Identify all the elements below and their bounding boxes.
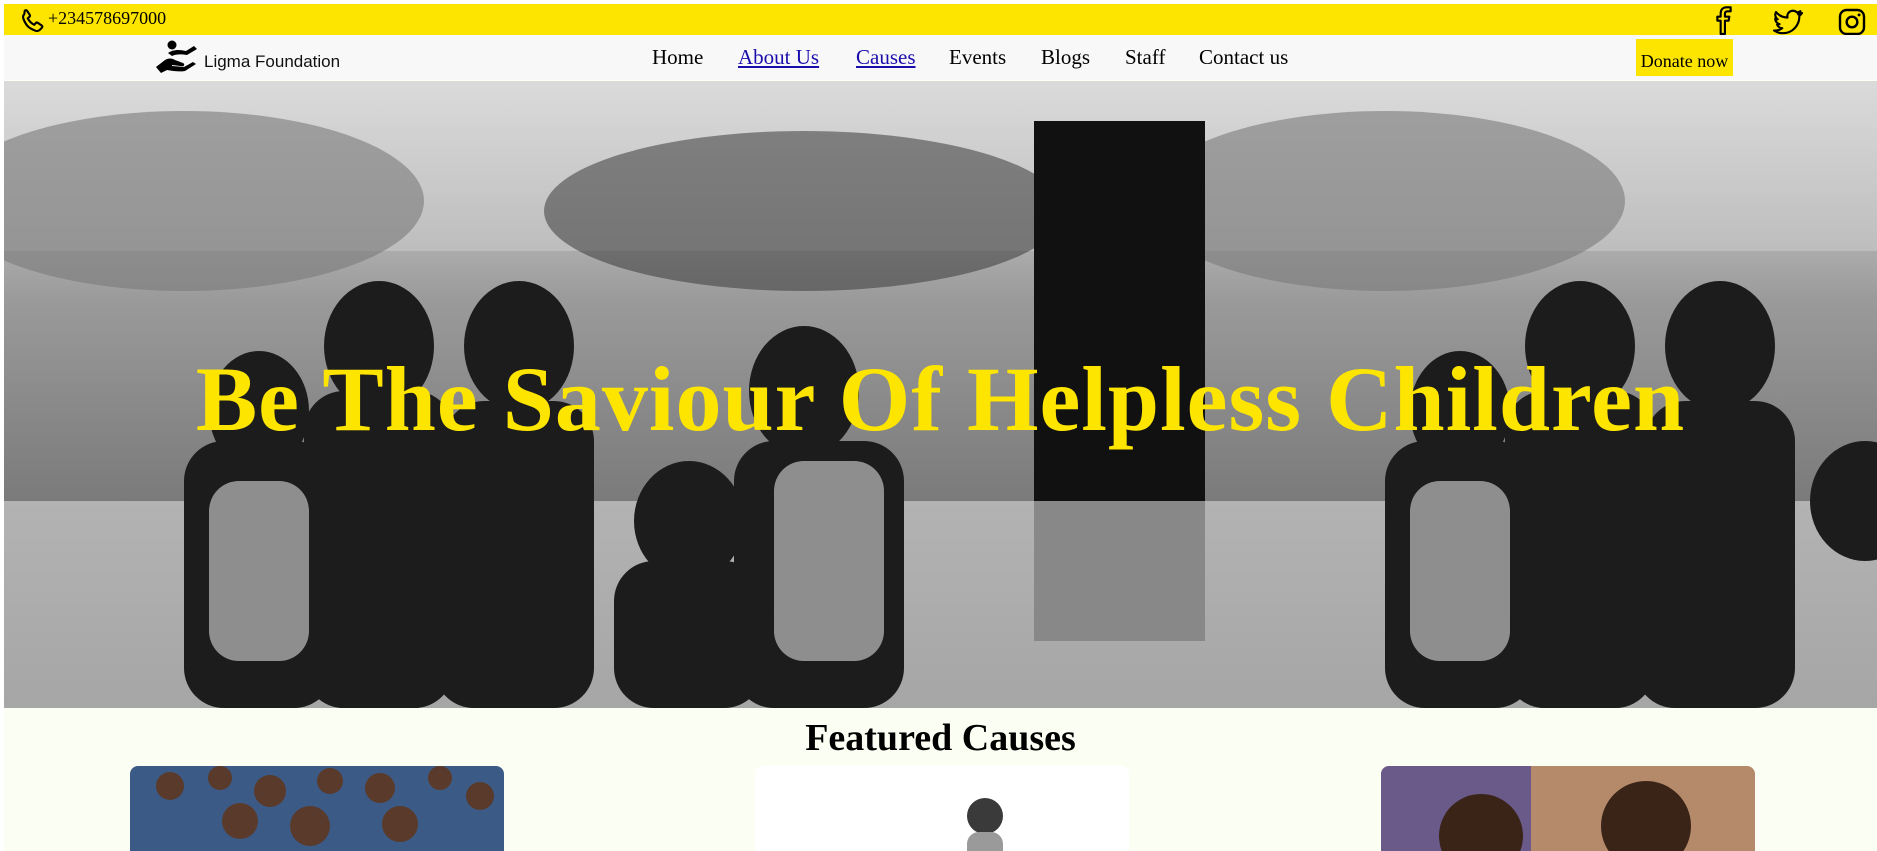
main-navigation: Ligma Foundation Home About Us Causes Ev… bbox=[4, 35, 1877, 80]
brand-name: Ligma Foundation bbox=[204, 52, 341, 71]
phone-icon bbox=[22, 9, 44, 33]
facebook-icon[interactable] bbox=[1708, 6, 1740, 38]
cause-card[interactable] bbox=[1381, 766, 1755, 851]
hero-banner: Be The Saviour Of Helpless Children bbox=[4, 81, 1877, 708]
hero-title: Be The Saviour Of Helpless Children bbox=[195, 348, 1686, 450]
nav-blogs[interactable]: Blogs bbox=[1041, 45, 1090, 70]
twitter-icon[interactable] bbox=[1772, 6, 1804, 38]
nav-staff[interactable]: Staff bbox=[1125, 45, 1165, 70]
instagram-icon[interactable] bbox=[1836, 6, 1868, 38]
brand-logo[interactable]: Ligma Foundation bbox=[154, 37, 340, 77]
helping-hand-icon bbox=[156, 40, 197, 73]
nav-events[interactable]: Events bbox=[949, 45, 1006, 70]
phone-number: +234578697000 bbox=[48, 8, 167, 28]
featured-causes-heading: Featured Causes bbox=[805, 717, 1076, 759]
nav-causes[interactable]: Causes bbox=[856, 45, 916, 70]
cause-card[interactable] bbox=[755, 766, 1129, 851]
cause-image bbox=[130, 766, 504, 851]
cause-card[interactable] bbox=[130, 766, 504, 851]
donate-button[interactable]: Donate now bbox=[1636, 39, 1733, 76]
cause-image bbox=[755, 766, 1129, 851]
nav-about-us[interactable]: About Us bbox=[738, 45, 819, 70]
page: +234578697000 Ligma Foundation Home Abou… bbox=[4, 4, 1877, 851]
cause-image bbox=[1381, 766, 1755, 851]
phone-contact[interactable]: +234578697000 bbox=[16, 6, 166, 38]
nav-home[interactable]: Home bbox=[652, 45, 703, 70]
top-bar: +234578697000 bbox=[4, 4, 1877, 38]
nav-contact-us[interactable]: Contact us bbox=[1199, 45, 1288, 70]
